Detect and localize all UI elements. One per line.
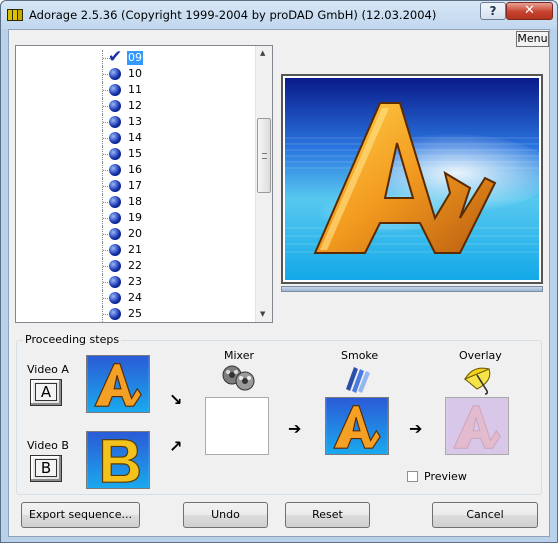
smoke-thumbnail[interactable] bbox=[325, 397, 389, 455]
cancel-button[interactable]: Cancel bbox=[432, 502, 538, 528]
video-a-key: A bbox=[35, 383, 57, 401]
blue-ball-icon bbox=[109, 308, 121, 320]
preview-label: Preview bbox=[424, 470, 467, 483]
blue-ball-icon bbox=[109, 212, 121, 224]
tree-item[interactable]: 14 bbox=[16, 130, 256, 146]
tree-item[interactable]: 10 bbox=[16, 66, 256, 82]
video-b-label: Video B bbox=[27, 439, 69, 452]
blue-ball-icon bbox=[109, 164, 121, 176]
tree-item[interactable]: 21 bbox=[16, 242, 256, 258]
proceeding-steps-group: Proceeding steps Video A A Video B B ↘ ↗… bbox=[16, 333, 542, 495]
tree-item-label: 25 bbox=[128, 307, 142, 320]
blue-ball-icon bbox=[109, 68, 121, 80]
overlay-umbrella-icon bbox=[463, 367, 491, 395]
mixer-reels-icon bbox=[222, 365, 255, 391]
undo-button[interactable]: Undo bbox=[183, 502, 268, 528]
window-title: Adorage 2.5.36 (Copyright 1999-2004 by p… bbox=[29, 8, 437, 22]
tree-item[interactable]: 24 bbox=[16, 290, 256, 306]
video-b-button[interactable]: B bbox=[30, 455, 62, 482]
blue-ball-icon bbox=[109, 260, 121, 272]
scroll-down-icon[interactable]: ▼ bbox=[260, 310, 265, 318]
blue-ball-icon bbox=[109, 180, 121, 192]
help-button[interactable]: ? bbox=[480, 2, 506, 20]
blue-ball-icon bbox=[109, 132, 121, 144]
blue-ball-icon bbox=[109, 244, 121, 256]
tree-item-label: 24 bbox=[128, 291, 142, 304]
video-a-label: Video A bbox=[27, 363, 69, 376]
mixer-label: Mixer bbox=[224, 349, 255, 362]
smoke-label: Smoke bbox=[341, 349, 379, 362]
smoke-effect-icon bbox=[346, 367, 370, 393]
blue-ball-icon bbox=[109, 100, 121, 112]
tree-item[interactable]: 17 bbox=[16, 178, 256, 194]
arrow-up-right-icon: ↗ bbox=[169, 437, 183, 456]
tree-item-label: 11 bbox=[128, 83, 142, 96]
blue-ball-icon bbox=[109, 292, 121, 304]
scroll-up-icon[interactable]: ▲ bbox=[260, 49, 265, 57]
tree-item[interactable]: 20 bbox=[16, 226, 256, 242]
tree-item-label: 19 bbox=[128, 211, 142, 224]
video-a-thumbnail[interactable] bbox=[86, 355, 150, 413]
app-window: Adorage 2.5.36 (Copyright 1999-2004 by p… bbox=[0, 0, 558, 543]
tree-item-label: 14 bbox=[128, 131, 142, 144]
video-a-button[interactable]: A bbox=[30, 379, 62, 406]
tree-item-label: 15 bbox=[128, 147, 142, 160]
blue-ball-icon bbox=[109, 228, 121, 240]
blue-ball-icon bbox=[109, 196, 121, 208]
tree-item[interactable]: 22 bbox=[16, 258, 256, 274]
blue-ball-icon bbox=[109, 276, 121, 288]
preview-checkbox[interactable] bbox=[407, 471, 418, 482]
tree-item[interactable]: 18 bbox=[16, 194, 256, 210]
preview-progress-bar bbox=[281, 286, 543, 292]
tree-item-label: 18 bbox=[128, 195, 142, 208]
effect-tree[interactable]: ✔ 09 10 11 12 13 14 15 16 17 18 19 20 21 22 23 24 25 ▲ ▼ bbox=[15, 45, 273, 323]
overlay-thumbnail[interactable] bbox=[445, 397, 509, 455]
mixer-slot[interactable] bbox=[205, 397, 269, 455]
tree-item-label: 09 bbox=[127, 51, 143, 65]
check-icon: ✔ bbox=[108, 47, 123, 67]
tree-item-label: 16 bbox=[128, 163, 142, 176]
blue-ball-icon bbox=[109, 116, 121, 128]
tree-item[interactable]: 19 bbox=[16, 210, 256, 226]
tree-item[interactable]: 25 bbox=[16, 306, 256, 322]
tree-scrollbar[interactable]: ▲ ▼ bbox=[255, 46, 272, 322]
group-title: Proceeding steps bbox=[23, 333, 122, 346]
title-bar[interactable]: Adorage 2.5.36 (Copyright 1999-2004 by p… bbox=[1, 1, 557, 29]
tree-item-label: 12 bbox=[128, 99, 142, 112]
preview-image bbox=[285, 78, 539, 280]
tree-item-label: 17 bbox=[128, 179, 142, 192]
blue-ball-icon bbox=[109, 84, 121, 96]
reset-button[interactable]: Reset bbox=[285, 502, 370, 528]
client-area: Menu ✔ 09 10 11 12 13 14 15 16 17 18 19 20 21 22 23 24 25… bbox=[8, 29, 550, 537]
blue-ball-icon bbox=[109, 148, 121, 160]
tree-item-label: 21 bbox=[128, 243, 142, 256]
tree-item[interactable]: 15 bbox=[16, 146, 256, 162]
overlay-label: Overlay bbox=[459, 349, 502, 362]
tree-item[interactable]: ✔ 09 bbox=[16, 47, 256, 67]
arrow-right-icon: ➔ bbox=[288, 419, 302, 438]
tree-item-label: 23 bbox=[128, 275, 142, 288]
tree-item-label: 13 bbox=[128, 115, 142, 128]
tree-item[interactable]: 12 bbox=[16, 98, 256, 114]
export-sequence-button[interactable]: Export sequence... bbox=[21, 502, 140, 528]
preview-panel bbox=[281, 74, 543, 284]
arrow-right-icon: ➔ bbox=[409, 419, 423, 438]
tree-item-label: 22 bbox=[128, 259, 142, 272]
tree-item[interactable]: 23 bbox=[16, 274, 256, 290]
tree-item[interactable]: 13 bbox=[16, 114, 256, 130]
tree-item[interactable]: 16 bbox=[16, 162, 256, 178]
tree-item-label: 20 bbox=[128, 227, 142, 240]
app-icon bbox=[7, 9, 23, 21]
tree-item-label: 10 bbox=[128, 67, 142, 80]
scroll-thumb[interactable] bbox=[257, 118, 271, 193]
arrow-down-right-icon: ↘ bbox=[169, 390, 183, 409]
close-button[interactable]: ✕ bbox=[506, 2, 553, 20]
video-b-thumbnail[interactable] bbox=[86, 431, 150, 489]
menu-button[interactable]: Menu bbox=[516, 31, 549, 47]
tree-item[interactable]: 11 bbox=[16, 82, 256, 98]
video-b-key: B bbox=[35, 459, 57, 477]
